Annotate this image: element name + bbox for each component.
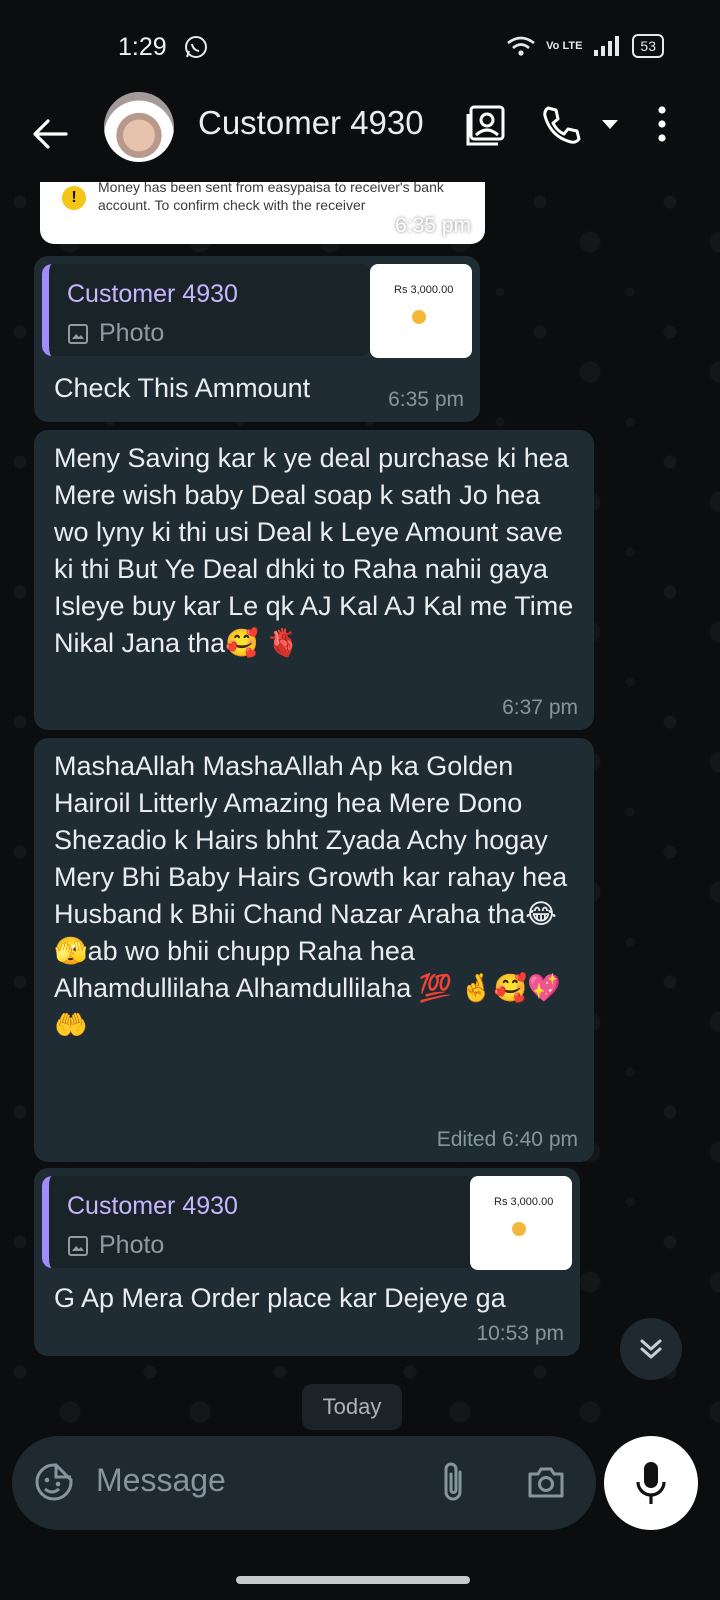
thumbnail-amount: Rs 3,000.00 xyxy=(394,284,454,296)
thumbnail-logo xyxy=(412,310,426,324)
signal-icon xyxy=(594,36,620,56)
message-time: 6:37 pm xyxy=(502,696,578,719)
quoted-type-label: Photo xyxy=(99,319,165,347)
status-time: 1:29 xyxy=(118,33,167,61)
quoted-thumbnail[interactable]: Rs 3,000.00 xyxy=(370,264,472,358)
phone-icon[interactable] xyxy=(540,104,582,146)
date-separator: Today xyxy=(302,1384,402,1430)
message-bubble[interactable]: Customer 4930 Photo Rs 3,000.00 G Ap Mer… xyxy=(34,1168,580,1356)
scroll-down-button[interactable] xyxy=(620,1318,682,1380)
thumbnail-amount: Rs 3,000.00 xyxy=(494,1196,554,1208)
status-bar: 1:29 Vo LTE 53 xyxy=(0,0,720,90)
attach-icon[interactable] xyxy=(438,1460,468,1504)
more-options-icon[interactable] xyxy=(652,104,672,146)
status-indicators: Vo LTE 53 xyxy=(506,34,664,58)
message-bubble[interactable]: Meny Saving kar k ye deal purchase ki he… xyxy=(34,430,594,730)
message-meta: Edited 6:40 pm xyxy=(437,1128,578,1152)
message-text: G Ap Mera Order place kar Dejeye ga xyxy=(54,1283,506,1313)
message-input[interactable]: Message xyxy=(96,1462,226,1499)
contact-avatar[interactable] xyxy=(104,92,174,162)
message-time: 6:35 pm xyxy=(388,388,464,411)
image-message-card[interactable]: ! Money has been sent from easypaisa to … xyxy=(40,182,485,244)
quoted-message[interactable]: Customer 4930 Photo xyxy=(42,264,371,356)
thumbnail-logo xyxy=(512,1222,526,1236)
voice-record-button[interactable] xyxy=(604,1436,698,1530)
message-time: 10:53 pm xyxy=(476,1322,564,1345)
message-bubble[interactable]: Customer 4930 Photo Rs 3,000.00 Check Th… xyxy=(34,256,480,422)
message-composer[interactable]: Message xyxy=(12,1436,596,1530)
message-image-note: Money has been sent from easypaisa to re… xyxy=(98,182,444,213)
contact-card-icon[interactable] xyxy=(466,104,508,146)
quoted-message[interactable]: Customer 4930 Photo xyxy=(42,1176,475,1268)
message-text: MashaAllah MashaAllah Ap ka Golden Hairo… xyxy=(54,751,568,1040)
quoted-thumbnail[interactable]: Rs 3,000.00 xyxy=(470,1176,572,1270)
photo-icon xyxy=(68,323,88,344)
home-gesture-pill[interactable] xyxy=(236,1576,470,1584)
message-bubble[interactable]: MashaAllah MashaAllah Ap ka Golden Hairo… xyxy=(34,738,594,1162)
battery-indicator: 53 xyxy=(632,34,664,58)
edited-label: Edited xyxy=(436,1128,497,1151)
quoted-type: Photo xyxy=(67,319,164,348)
volte-label: Vo LTE xyxy=(546,39,583,52)
photo-icon xyxy=(68,1235,88,1256)
scroll-down-icon xyxy=(640,1339,662,1359)
quoted-sender: Customer 4930 xyxy=(67,1192,238,1220)
warning-icon: ! xyxy=(62,186,86,210)
system-nav-bar xyxy=(0,1548,720,1600)
wifi-icon xyxy=(507,36,535,56)
sticker-icon[interactable] xyxy=(34,1462,74,1502)
quoted-type-label: Photo xyxy=(99,1231,165,1259)
message-time: 6:35 pm xyxy=(395,214,471,237)
message-time: 6:40 pm xyxy=(502,1128,578,1151)
message-text: Check This Ammount xyxy=(54,373,311,403)
mic-icon xyxy=(636,1462,666,1504)
quoted-type: Photo xyxy=(67,1231,164,1260)
whatsapp-icon xyxy=(185,36,207,58)
back-arrow-icon[interactable] xyxy=(28,112,72,156)
contact-name[interactable]: Customer 4930 xyxy=(198,104,424,142)
dropdown-caret-icon[interactable] xyxy=(600,118,620,132)
camera-icon[interactable] xyxy=(526,1464,566,1500)
chat-area[interactable]: ! Money has been sent from easypaisa to … xyxy=(0,182,720,1432)
message-text: Meny Saving kar k ye deal purchase ki he… xyxy=(54,443,574,658)
quoted-sender: Customer 4930 xyxy=(67,280,238,308)
